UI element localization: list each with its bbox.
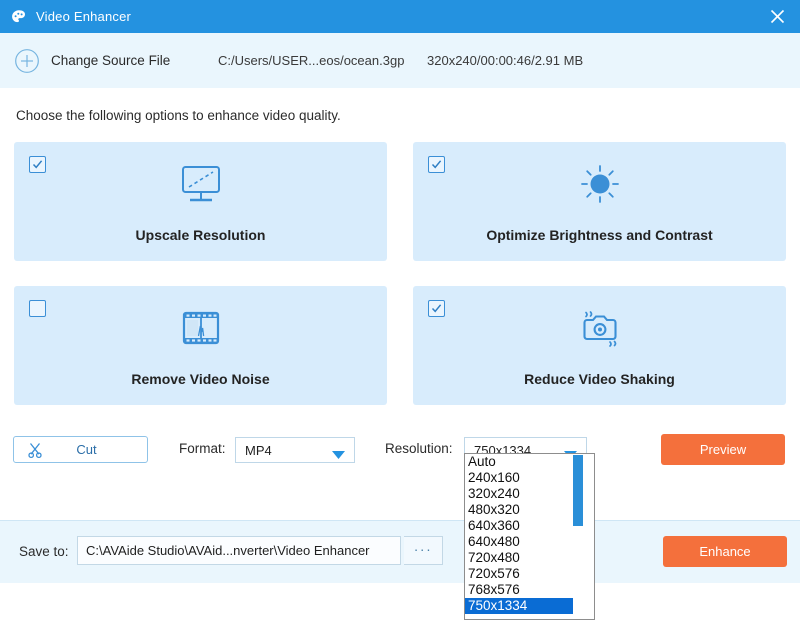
window-title: Video Enhancer xyxy=(36,9,132,24)
source-file-bar: Change Source File C:/Users/USER...eos/o… xyxy=(0,33,800,88)
close-icon[interactable] xyxy=(754,0,800,33)
chevron-down-icon xyxy=(332,447,345,465)
dropdown-option-768x576[interactable]: 768x576 xyxy=(465,582,578,598)
resolution-dropdown-items: Auto 240x160 320x240 480x320 640x360 640x480 7… xyxy=(465,454,578,619)
change-source-file-button[interactable]: Change Source File xyxy=(51,53,170,68)
instruction-text: Choose the following options to enhance … xyxy=(16,108,341,123)
film-strip-noise-icon xyxy=(14,308,387,352)
option-label-upscale-resolution: Upscale Resolution xyxy=(135,227,266,243)
option-card-reduce-video-shaking[interactable]: Reduce Video Shaking xyxy=(413,286,786,405)
dropdown-option-auto[interactable]: Auto xyxy=(465,454,578,470)
bottom-bar: Save to: ··· Enhance xyxy=(0,520,800,583)
resolution-dropdown-list[interactable]: Auto 240x160 320x240 480x320 640x360 640x480 7… xyxy=(464,453,595,620)
plus-circle-icon[interactable] xyxy=(14,48,40,74)
dropdown-option-640x360[interactable]: 640x360 xyxy=(465,518,578,534)
dropdown-scrollbar[interactable] xyxy=(573,455,583,619)
option-card-optimize-brightness[interactable]: Optimize Brightness and Contrast xyxy=(413,142,786,261)
resolution-label: Resolution: xyxy=(385,441,453,456)
dropdown-option-240x160[interactable]: 240x160 xyxy=(465,470,578,486)
option-label-reduce-video-shaking: Reduce Video Shaking xyxy=(524,371,675,387)
format-label: Format: xyxy=(179,441,226,456)
dropdown-option-720x480[interactable]: 720x480 xyxy=(465,550,578,566)
dropdown-option-640x480[interactable]: 640x480 xyxy=(465,534,578,550)
save-to-input[interactable] xyxy=(77,536,401,565)
source-file-path: C:/Users/USER...eos/ocean.3gp xyxy=(218,53,405,68)
source-file-meta: 320x240/00:00:46/2.91 MB xyxy=(427,53,584,68)
option-label-optimize-brightness: Optimize Brightness and Contrast xyxy=(486,227,713,243)
option-label-remove-video-noise: Remove Video Noise xyxy=(131,371,270,387)
dropdown-scrollbar-thumb[interactable] xyxy=(573,455,583,526)
dropdown-option-750x1334[interactable]: 750x1334 xyxy=(465,598,578,614)
cut-button[interactable]: Cut xyxy=(13,436,148,463)
option-card-upscale-resolution[interactable]: Upscale Resolution xyxy=(14,142,387,261)
cut-button-label: Cut xyxy=(76,442,97,457)
controls-row: Cut Format: MP4 Resolution: 750x1334 Pre… xyxy=(0,428,800,476)
video-enhancer-window: Video Enhancer Change Source File C:/Use… xyxy=(0,0,800,620)
format-select[interactable]: MP4 xyxy=(235,437,355,463)
dropdown-option-320x240[interactable]: 320x240 xyxy=(465,486,578,502)
enhance-button[interactable]: Enhance xyxy=(663,536,787,567)
palette-icon xyxy=(10,8,28,26)
main-body: Choose the following options to enhance … xyxy=(0,88,800,620)
camera-stabilize-icon xyxy=(413,308,786,352)
preview-button[interactable]: Preview xyxy=(661,434,785,465)
enhancement-options-grid: Upscale Resolution Optimize Brightness a… xyxy=(14,142,786,405)
sun-brightness-icon xyxy=(413,164,786,208)
scissors-icon xyxy=(26,441,44,459)
option-card-remove-video-noise[interactable]: Remove Video Noise xyxy=(14,286,387,405)
format-select-value: MP4 xyxy=(245,442,272,458)
dropdown-option-720x576[interactable]: 720x576 xyxy=(465,566,578,582)
save-to-label: Save to: xyxy=(19,544,69,559)
browse-folder-button[interactable]: ··· xyxy=(404,536,443,565)
dropdown-option-480x320[interactable]: 480x320 xyxy=(465,502,578,518)
monitor-upscale-icon xyxy=(14,164,387,208)
title-bar: Video Enhancer xyxy=(0,0,800,33)
